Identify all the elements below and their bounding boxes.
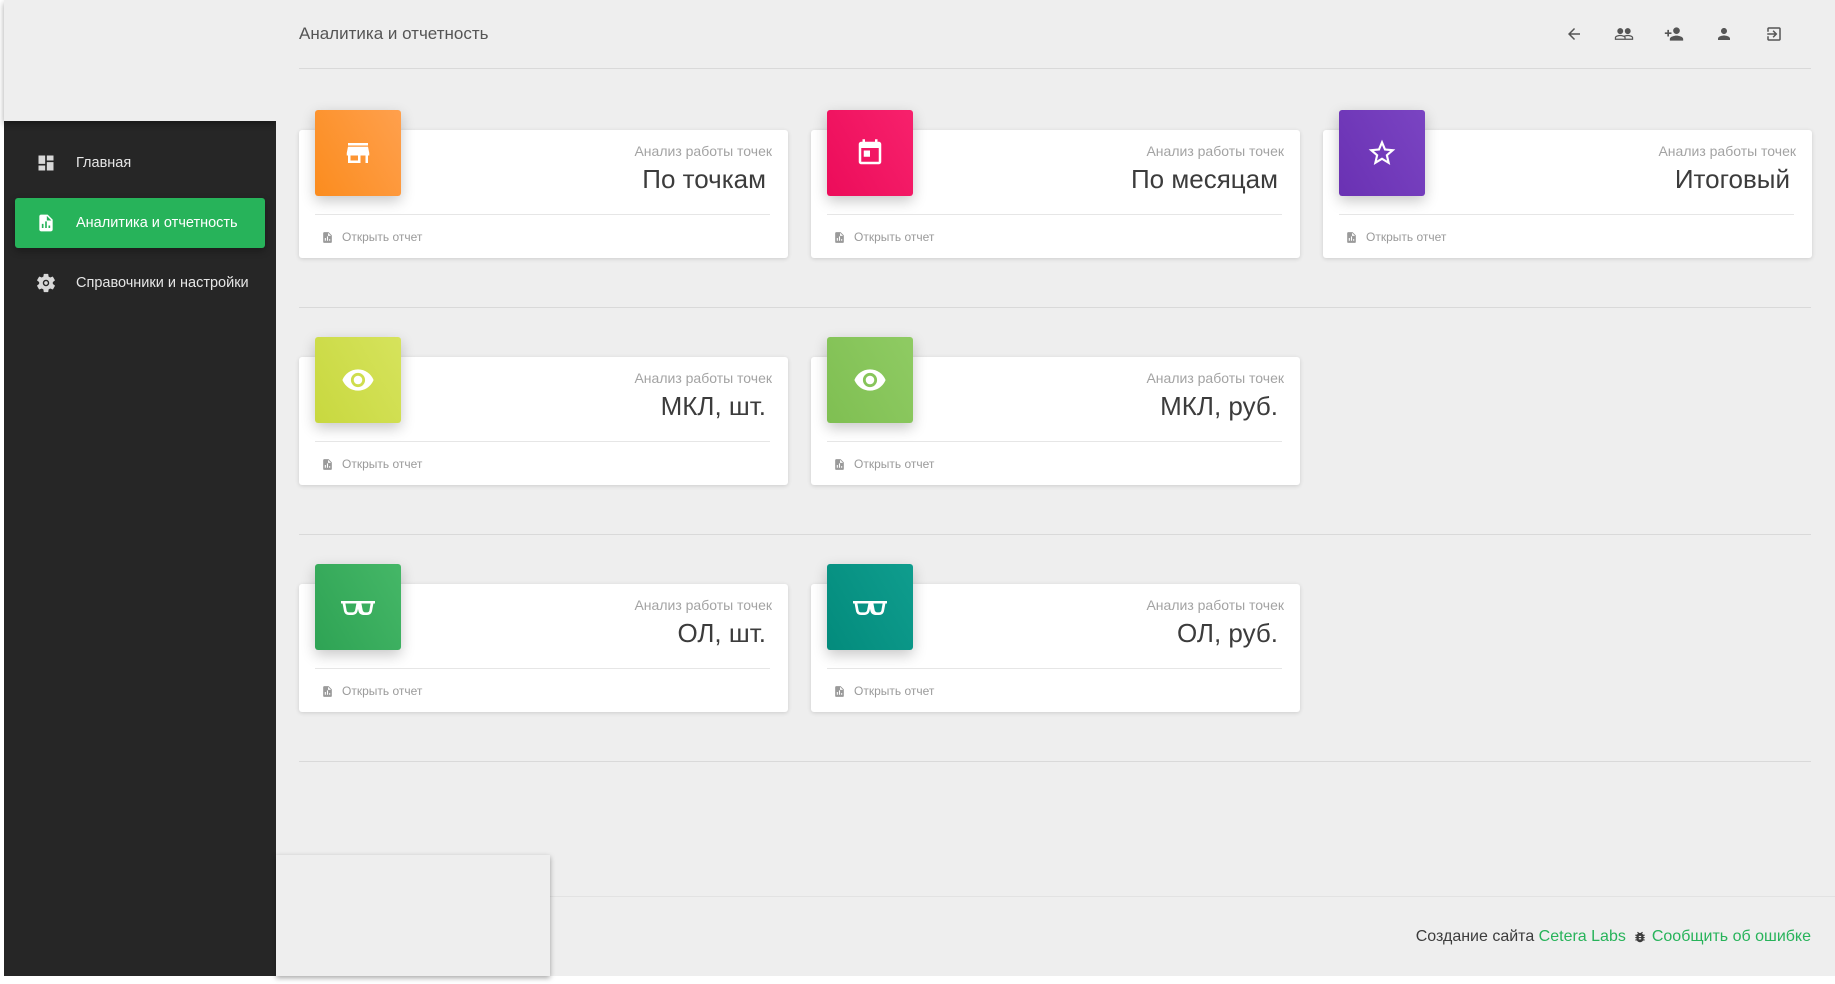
report-card-ol-rub[interactable]: Анализ работы точек ОЛ, руб. Открыть отч… xyxy=(811,564,1300,712)
card-title: ОЛ, руб. xyxy=(1176,618,1278,648)
report-icon xyxy=(835,685,844,697)
sidebar-item-label: Главная xyxy=(76,155,132,171)
sidebar-item-label: Аналитика и отчетность xyxy=(76,215,238,231)
company-link[interactable]: Cetera Labs xyxy=(1539,928,1626,946)
card-category: Анализ работы точек xyxy=(1146,143,1284,159)
sidebar-item-settings[interactable]: Справочники и настройки xyxy=(15,258,265,308)
card-title: По точкам xyxy=(642,164,766,194)
bug-icon xyxy=(1633,930,1647,944)
sidebar-item-home[interactable]: Главная xyxy=(15,138,265,188)
card-divider xyxy=(827,668,1282,669)
card-title: По месяцам xyxy=(1130,164,1278,194)
report-card-mkl-pcs[interactable]: Анализ работы точек МКЛ, шт. Открыть отч… xyxy=(299,337,788,485)
report-icon xyxy=(323,458,332,470)
row-divider xyxy=(299,307,1811,308)
open-report-label: Открыть отчет xyxy=(854,457,935,471)
topbar: Аналитика и отчетность xyxy=(276,0,1835,69)
open-report-label: Открыть отчет xyxy=(342,457,423,471)
report-card-total[interactable]: Анализ работы точек Итоговый Открыть отч… xyxy=(1323,110,1812,258)
report-icon xyxy=(835,458,844,470)
open-report-label: Открыть отчет xyxy=(342,230,423,244)
card-title: МКЛ, шт. xyxy=(660,391,766,421)
card-category: Анализ работы точек xyxy=(634,143,772,159)
card-category: Анализ работы точек xyxy=(1146,597,1284,613)
sidebar-item-label: Справочники и настройки xyxy=(76,275,249,291)
report-error-link[interactable]: Сообщить об ошибке xyxy=(1652,928,1811,946)
open-report-link[interactable]: Открыть отчет xyxy=(833,684,934,698)
back-arrow-icon[interactable] xyxy=(1549,20,1599,48)
open-report-label: Открыть отчет xyxy=(854,230,935,244)
sidebar-item-analytics[interactable]: Аналитика и отчетность xyxy=(15,198,265,248)
sidebar: Главная Аналитика и отчетность Справочни… xyxy=(4,0,276,976)
report-card-by-points[interactable]: Анализ работы точек По точкам Открыть от… xyxy=(299,110,788,258)
card-divider xyxy=(315,441,770,442)
page-title: Аналитика и отчетность xyxy=(299,24,489,43)
card-divider xyxy=(827,214,1282,215)
report-card-mkl-rub[interactable]: Анализ работы точек МКЛ, руб. Открыть от… xyxy=(811,337,1300,485)
report-icon xyxy=(323,685,332,697)
row-divider xyxy=(299,761,1811,762)
add-user-icon[interactable] xyxy=(1649,20,1699,48)
store-icon xyxy=(315,110,401,196)
open-report-label: Открыть отчет xyxy=(1366,230,1447,244)
logout-icon[interactable] xyxy=(1749,20,1799,48)
card-title: ОЛ, шт. xyxy=(677,618,766,648)
sidebar-logo-area xyxy=(4,0,276,121)
card-category: Анализ работы точек xyxy=(1658,143,1796,159)
user-icon[interactable] xyxy=(1699,20,1749,48)
floating-panel xyxy=(276,855,550,976)
report-icon xyxy=(323,231,332,243)
gear-icon xyxy=(35,272,57,294)
card-divider xyxy=(827,441,1282,442)
open-report-link[interactable]: Открыть отчет xyxy=(321,684,422,698)
report-icon xyxy=(35,212,57,234)
main-content: Аналитика и отчетность Анализ работы точ… xyxy=(276,0,1835,976)
card-category: Анализ работы точек xyxy=(1146,370,1284,386)
footer-prefix: Создание сайта xyxy=(1415,928,1535,945)
card-title: МКЛ, руб. xyxy=(1160,391,1278,421)
card-category: Анализ работы точек xyxy=(634,597,772,613)
calendar-icon xyxy=(827,110,913,196)
eye-icon xyxy=(315,337,401,423)
group-icon[interactable] xyxy=(1599,20,1649,48)
dashboard-icon xyxy=(35,152,57,174)
glasses-icon xyxy=(827,564,913,650)
topbar-divider xyxy=(299,68,1811,69)
open-report-link[interactable]: Открыть отчет xyxy=(1345,230,1446,244)
eye-icon xyxy=(827,337,913,423)
report-icon xyxy=(1347,231,1356,243)
open-report-link[interactable]: Открыть отчет xyxy=(321,457,422,471)
glasses-icon xyxy=(315,564,401,650)
open-report-link[interactable]: Открыть отчет xyxy=(833,230,934,244)
open-report-label: Открыть отчет xyxy=(854,684,935,698)
row-divider xyxy=(299,534,1811,535)
report-card-ol-pcs[interactable]: Анализ работы точек ОЛ, шт. Открыть отче… xyxy=(299,564,788,712)
card-divider xyxy=(315,214,770,215)
site-footer: Создание сайта Cetera Labs Сообщить об о… xyxy=(1416,928,1811,946)
report-icon xyxy=(835,231,844,243)
toolbar xyxy=(1549,20,1799,48)
report-card-by-months[interactable]: Анализ работы точек По месяцам Открыть о… xyxy=(811,110,1300,258)
sidebar-nav: Главная Аналитика и отчетность Справочни… xyxy=(4,138,276,318)
card-category: Анализ работы точек xyxy=(634,370,772,386)
card-divider xyxy=(315,668,770,669)
star-icon xyxy=(1339,110,1425,196)
open-report-label: Открыть отчет xyxy=(342,684,423,698)
open-report-link[interactable]: Открыть отчет xyxy=(833,457,934,471)
open-report-link[interactable]: Открыть отчет xyxy=(321,230,422,244)
card-divider xyxy=(1339,214,1794,215)
card-title: Итоговый xyxy=(1674,164,1790,194)
